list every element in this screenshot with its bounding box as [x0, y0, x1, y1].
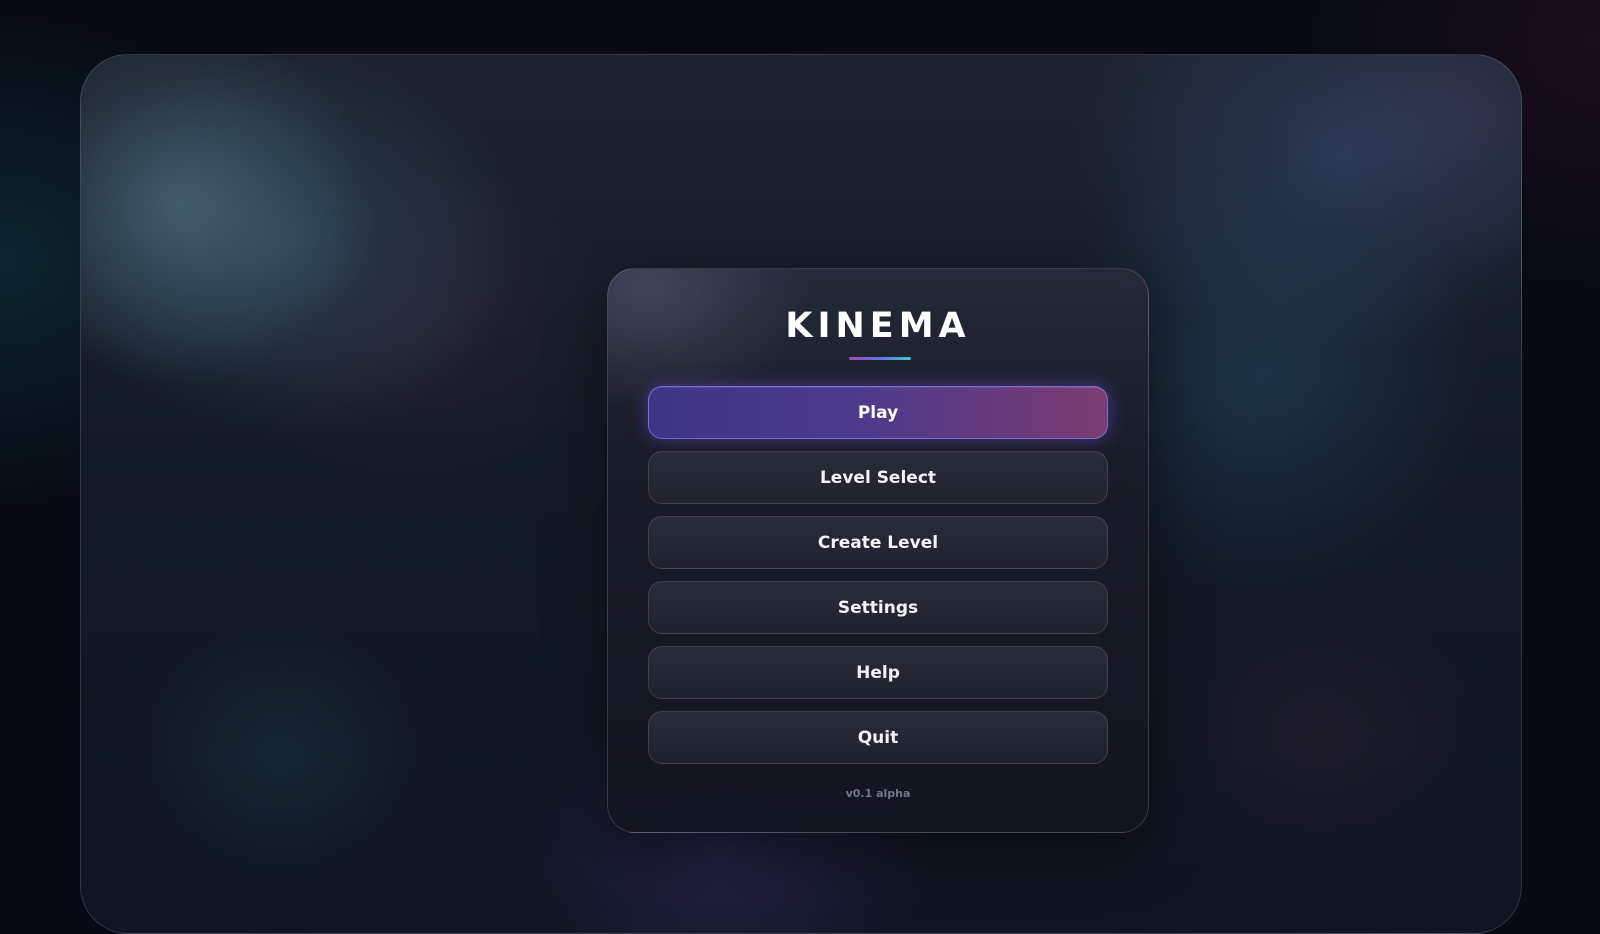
settings-button[interactable]: Settings [648, 581, 1108, 634]
help-button[interactable]: Help [648, 646, 1108, 699]
game-title: KINEMA [785, 306, 971, 346]
create-level-button[interactable]: Create Level [648, 516, 1108, 569]
screen-background: KINEMA Play Level Select Create Level Se… [0, 0, 1600, 934]
version-label: v0.1 alpha [845, 787, 911, 800]
game-window: KINEMA Play Level Select Create Level Se… [80, 54, 1522, 934]
title-underline [849, 357, 911, 360]
play-button[interactable]: Play [648, 386, 1108, 439]
level-select-button[interactable]: Level Select [648, 451, 1108, 504]
quit-button[interactable]: Quit [648, 711, 1108, 764]
main-menu-panel: KINEMA Play Level Select Create Level Se… [607, 268, 1149, 833]
